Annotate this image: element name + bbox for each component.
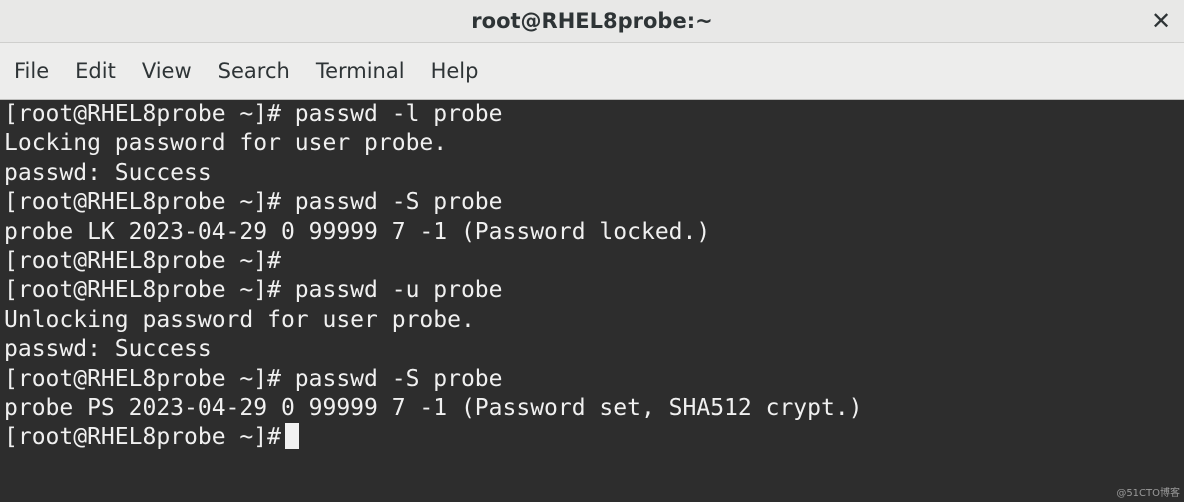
terminal-line: [root@RHEL8probe ~]# passwd -u probe (4, 277, 503, 304)
terminal-line: passwd: Success (4, 159, 212, 186)
menu-help[interactable]: Help (421, 53, 489, 89)
menu-terminal[interactable]: Terminal (306, 53, 415, 89)
terminal-line: [root@RHEL8probe ~]# passwd -S probe (4, 189, 503, 216)
watermark: @51CTO博客 (1116, 488, 1180, 499)
terminal-line: passwd: Success (4, 336, 212, 363)
menu-edit[interactable]: Edit (65, 53, 126, 89)
terminal-prompt-line[interactable]: [root@RHEL8probe ~]# (4, 423, 1184, 452)
terminal-line: Unlocking password for user probe. (4, 306, 475, 333)
close-icon[interactable]: ✕ (1144, 4, 1178, 38)
menu-search[interactable]: Search (208, 53, 300, 89)
terminal-line: [root@RHEL8probe ~]# passwd -l probe (4, 101, 503, 127)
text-cursor (284, 423, 299, 450)
terminal-window: root@RHEL8probe:~ ✕ File Edit View Searc… (0, 0, 1184, 502)
terminal-output[interactable]: [root@RHEL8probe ~]# passwd -l probe Loc… (0, 100, 1184, 502)
terminal-line: [root@RHEL8probe ~]# (4, 247, 281, 274)
menu-bar: File Edit View Search Terminal Help (0, 43, 1184, 100)
menu-file[interactable]: File (4, 53, 59, 89)
terminal-line: [root@RHEL8probe ~]# passwd -S probe (4, 365, 503, 392)
shell-prompt: [root@RHEL8probe ~]# (4, 424, 281, 451)
terminal-line: probe LK 2023-04-29 0 99999 7 -1 (Passwo… (4, 218, 711, 245)
terminal-line: Locking password for user probe. (4, 130, 448, 157)
menu-view[interactable]: View (132, 53, 202, 89)
title-bar[interactable]: root@RHEL8probe:~ ✕ (0, 0, 1184, 43)
terminal-line: probe PS 2023-04-29 0 99999 7 -1 (Passwo… (4, 394, 863, 421)
window-title: root@RHEL8probe:~ (471, 9, 713, 33)
